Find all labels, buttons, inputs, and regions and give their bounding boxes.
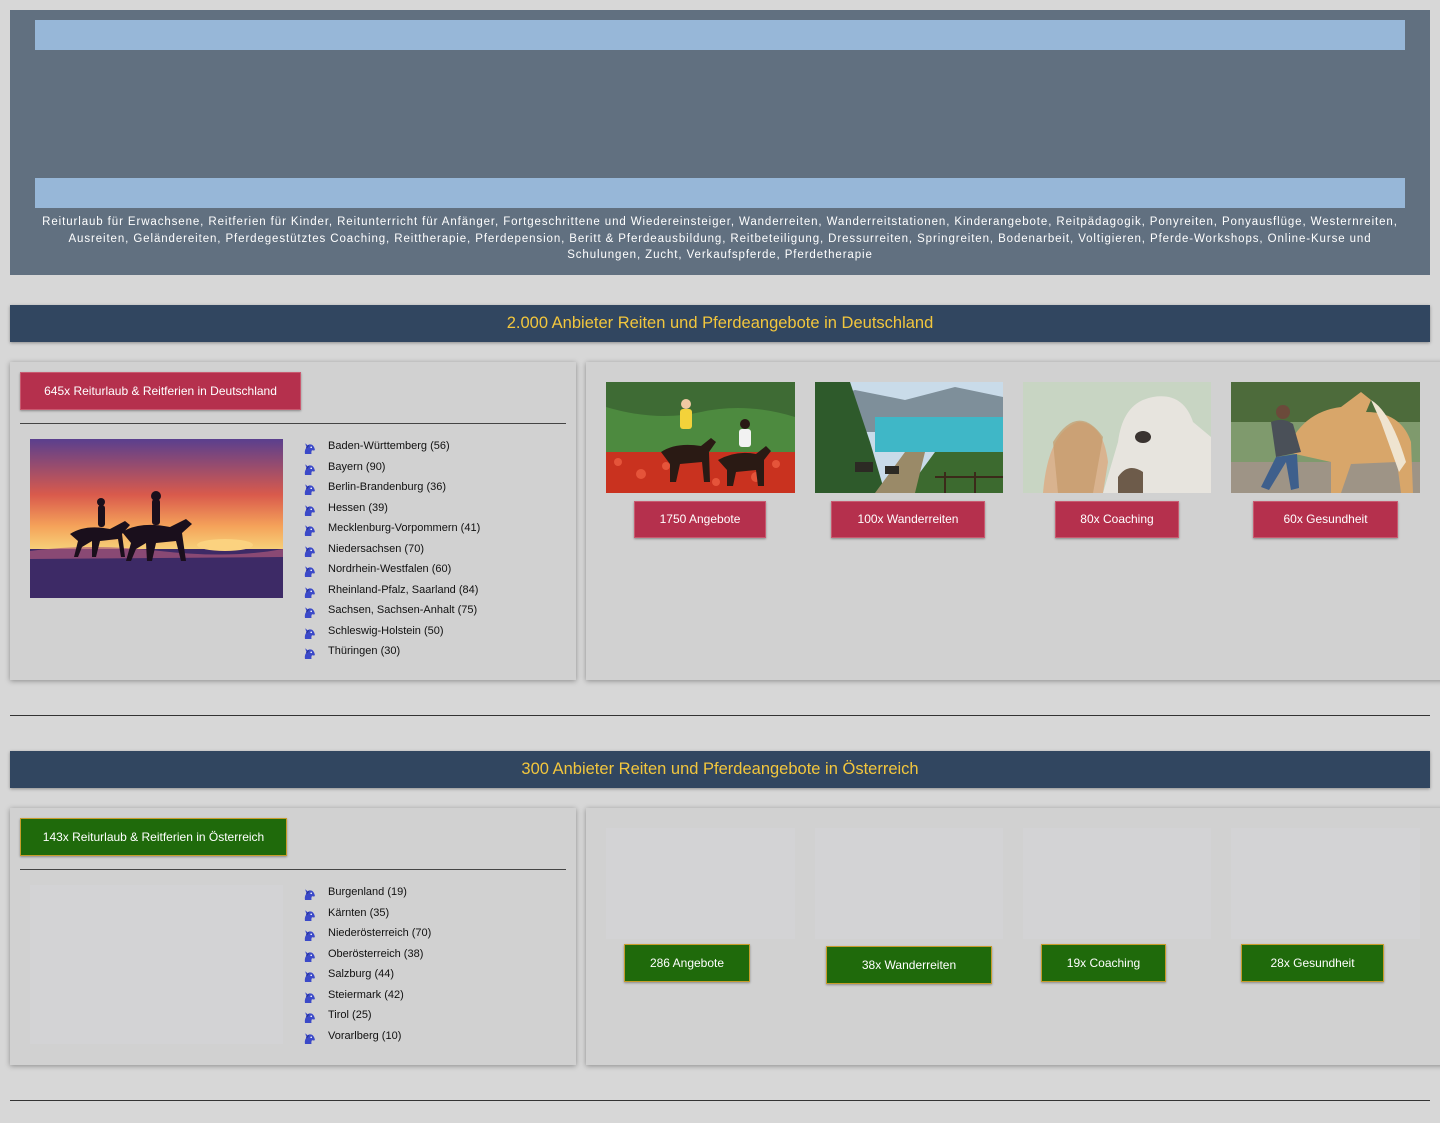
header-nav-bar-top (35, 20, 1405, 50)
horse-head-icon (302, 928, 316, 942)
germany-wanderreiten-button[interactable]: 100x Wanderreiten (831, 501, 985, 538)
mountain-lake-trail-photo[interactable] (815, 382, 1003, 493)
site-header: Reiturlaub für Erwachsene, Reitferien fü… (10, 10, 1430, 275)
region-link[interactable]: Tirol (25) (302, 1008, 431, 1029)
region-link[interactable]: Schleswig-Holstein (50) (302, 624, 480, 645)
section-divider (10, 1100, 1430, 1101)
horse-head-icon (302, 1010, 316, 1024)
horse-head-icon (302, 441, 316, 455)
horse-head-icon (302, 887, 316, 901)
section-divider (10, 715, 1430, 716)
region-link[interactable]: Sachsen, Sachsen-Anhalt (75) (302, 603, 480, 624)
section-title-austria: 300 Anbieter Reiten und Pferdeangebote i… (10, 751, 1430, 788)
austria-photo-placeholder (30, 885, 283, 1044)
germany-offers-card: 1750 Angebote 100x Wanderreiten 80x Coac… (586, 362, 1440, 680)
austria-coaching-button[interactable]: 19x Coaching (1041, 944, 1166, 982)
austria-offer-photo-placeholder (606, 828, 795, 939)
austria-offer-photo-placeholder (815, 828, 1003, 939)
horse-head-icon (302, 646, 316, 660)
germany-region-list: Baden-Württemberg (56) Bayern (90) Berli… (302, 439, 480, 665)
austria-region-list: Burgenland (19) Kärnten (35) Niederöster… (302, 885, 431, 1049)
horse-head-icon (302, 564, 316, 578)
region-link[interactable]: Baden-Württemberg (56) (302, 439, 480, 460)
region-link[interactable]: Kärnten (35) (302, 906, 431, 927)
germany-regions-card: 645x Reiturlaub & Reitferien in Deutschl… (10, 362, 576, 680)
germany-reiturlaub-button[interactable]: 645x Reiturlaub & Reitferien in Deutschl… (20, 372, 301, 410)
region-link[interactable]: Thüringen (30) (302, 644, 480, 665)
germany-gesundheit-button[interactable]: 60x Gesundheit (1253, 501, 1398, 538)
austria-reiturlaub-button[interactable]: 143x Reiturlaub & Reitferien in Österrei… (20, 818, 287, 856)
region-link[interactable]: Vorarlberg (10) (302, 1029, 431, 1050)
horse-head-icon (302, 605, 316, 619)
divider (20, 869, 566, 870)
austria-offer-photo-placeholder (1231, 828, 1420, 939)
region-link[interactable]: Nordrhein-Westfalen (60) (302, 562, 480, 583)
region-link[interactable]: Niedersachsen (70) (302, 542, 480, 563)
horse-head-icon (302, 908, 316, 922)
austria-regions-card: 143x Reiturlaub & Reitferien in Österrei… (10, 808, 576, 1065)
horse-head-icon (302, 544, 316, 558)
region-link[interactable]: Hessen (39) (302, 501, 480, 522)
austria-gesundheit-button[interactable]: 28x Gesundheit (1241, 944, 1384, 982)
horse-head-icon (302, 969, 316, 983)
horse-head-icon (302, 626, 316, 640)
region-link[interactable]: Rheinland-Pfalz, Saarland (84) (302, 583, 480, 604)
coaching-woman-horse-photo[interactable] (1023, 382, 1211, 493)
horse-head-icon (302, 523, 316, 537)
horse-head-icon (302, 949, 316, 963)
region-link[interactable]: Oberösterreich (38) (302, 947, 431, 968)
austria-offer-photo-placeholder (1023, 828, 1211, 939)
header-nav-bar-bottom (35, 178, 1405, 208)
austria-wanderreiten-button[interactable]: 38x Wanderreiten (826, 946, 992, 984)
region-link[interactable]: Steiermark (42) (302, 988, 431, 1009)
divider (20, 423, 566, 424)
region-link[interactable]: Burgenland (19) (302, 885, 431, 906)
region-link[interactable]: Bayern (90) (302, 460, 480, 481)
header-keywords: Reiturlaub für Erwachsene, Reitferien fü… (42, 216, 1398, 261)
horse-head-icon (302, 585, 316, 599)
austria-offers-all-button[interactable]: 286 Angebote (624, 944, 750, 982)
horse-head-icon (302, 1031, 316, 1045)
horse-head-icon (302, 462, 316, 476)
region-link[interactable]: Niederösterreich (70) (302, 926, 431, 947)
health-horse-palomino-photo[interactable] (1231, 382, 1420, 493)
germany-coaching-button[interactable]: 80x Coaching (1055, 501, 1179, 538)
austria-offers-card: 286 Angebote 38x Wanderreiten 19x Coachi… (586, 808, 1440, 1065)
horse-head-icon (302, 482, 316, 496)
region-link[interactable]: Salzburg (44) (302, 967, 431, 988)
horse-head-icon (302, 503, 316, 517)
beach-riders-photo (30, 439, 283, 598)
poppy-field-riders-photo[interactable] (606, 382, 795, 493)
horse-head-icon (302, 990, 316, 1004)
region-link[interactable]: Mecklenburg-Vorpommern (41) (302, 521, 480, 542)
region-link[interactable]: Berlin-Brandenburg (36) (302, 480, 480, 501)
section-title-germany: 2.000 Anbieter Reiten und Pferdeangebote… (10, 305, 1430, 342)
germany-offers-all-button[interactable]: 1750 Angebote (634, 501, 766, 538)
